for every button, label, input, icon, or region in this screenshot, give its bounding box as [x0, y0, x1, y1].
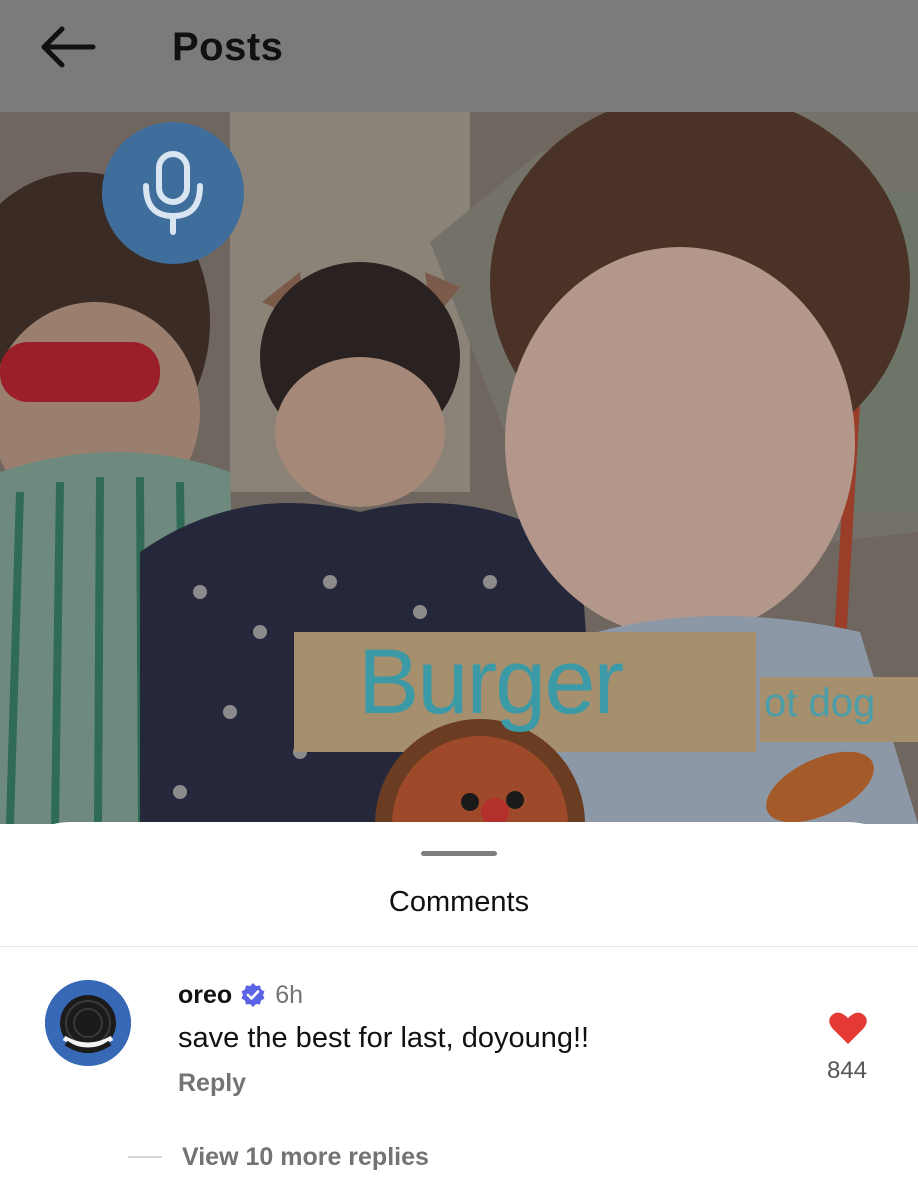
oreo-cookie-icon [45, 980, 131, 1066]
microphone-icon [143, 151, 203, 235]
verified-badge-icon [240, 982, 266, 1008]
comment-username[interactable]: oreo [178, 981, 232, 1010]
back-button[interactable] [32, 22, 102, 72]
reply-thread-line [128, 1156, 162, 1158]
page-title: Posts [172, 25, 284, 69]
comment-timestamp: 6h [275, 980, 303, 1009]
sheet-title: Comments [388, 886, 530, 918]
heart-icon [829, 1012, 867, 1044]
divider [0, 946, 918, 947]
sheet-drag-handle[interactable] [421, 851, 497, 856]
media-caption-hotdog: ot dog [764, 681, 876, 725]
voice-search-button[interactable] [102, 122, 244, 264]
top-bar: Posts [0, 0, 918, 112]
like-count: 844 [826, 1057, 868, 1084]
comment-item: oreo 6h save the best for last, doyoung!… [0, 962, 918, 1162]
reply-button[interactable]: Reply [178, 1067, 246, 1099]
like-button[interactable] [828, 1010, 868, 1046]
post-media[interactable]: Burger ot dog [0, 112, 918, 824]
view-more-replies-label: View 10 more replies [182, 1142, 429, 1171]
view-more-replies-button[interactable]: View 10 more replies [128, 1137, 429, 1177]
arrow-left-icon [41, 26, 96, 68]
comments-sheet: Comments oreo 6h save the best for last,… [0, 822, 918, 1200]
comment-text: save the best for last, doyoung!! [178, 1022, 590, 1054]
comment-header: oreo 6h [178, 978, 303, 1012]
media-caption-burger: Burger [358, 631, 624, 733]
avatar[interactable] [45, 980, 131, 1066]
